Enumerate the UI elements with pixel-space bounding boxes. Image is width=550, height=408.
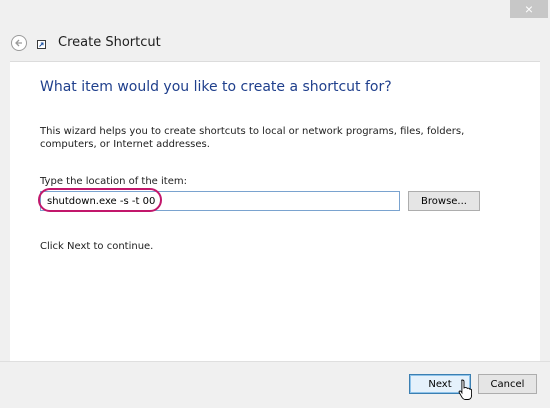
close-button[interactable]: ×: [510, 0, 548, 18]
page-heading: What item would you like to create a sho…: [40, 79, 392, 95]
back-arrow-icon: [15, 39, 22, 47]
location-label: Type the location of the item:: [40, 176, 187, 187]
continue-instruction: Click Next to continue.: [40, 241, 154, 252]
mouse-cursor-icon: [458, 379, 472, 400]
create-shortcut-window: × Create Shortcut What item would you li…: [0, 0, 550, 408]
back-button[interactable]: [11, 35, 27, 51]
window-title: Create Shortcut: [58, 35, 161, 50]
close-icon: ×: [524, 1, 534, 17]
wizard-description: This wizard helps you to create shortcut…: [40, 126, 465, 150]
annotation-highlight-ring: [38, 188, 162, 212]
cancel-button[interactable]: Cancel: [478, 374, 537, 394]
shortcut-icon: [37, 40, 46, 49]
wizard-content: What item would you like to create a sho…: [10, 61, 540, 362]
wizard-header: Create Shortcut: [0, 24, 550, 60]
browse-button[interactable]: Browse...: [408, 191, 480, 211]
